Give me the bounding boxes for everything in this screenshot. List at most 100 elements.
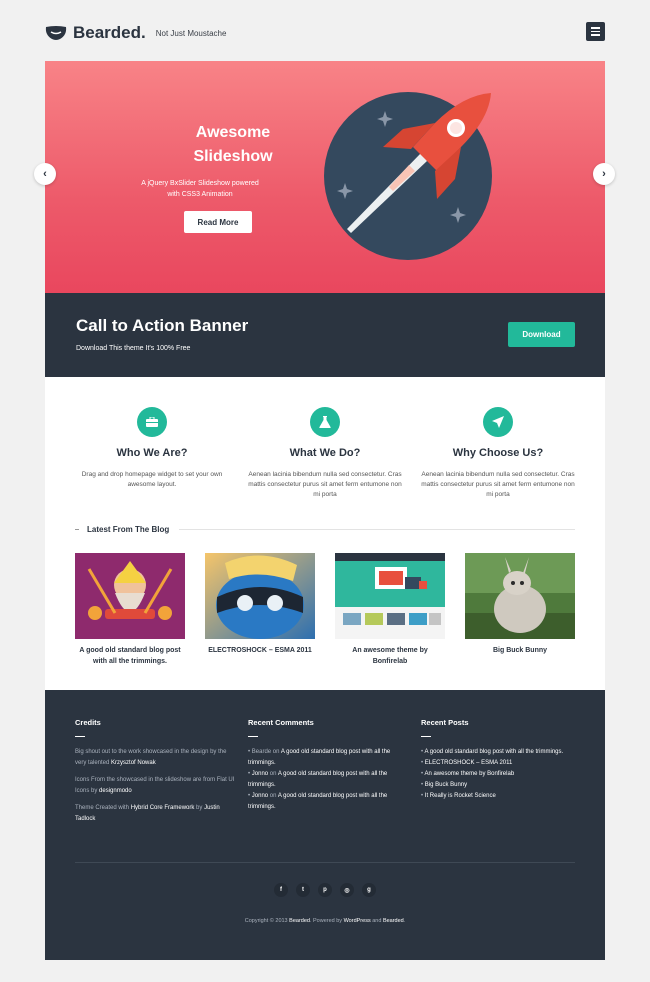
recent-posts-list: • A good old standard blog post with all… (421, 747, 581, 802)
hamburger-icon[interactable] (586, 22, 605, 41)
cta-subtitle: Download This theme It's 100% Free (76, 345, 191, 352)
site-title[interactable]: Bearded. (73, 23, 146, 43)
copyright-link[interactable]: Bearded (289, 918, 310, 924)
facebook-icon[interactable]: f (274, 883, 288, 897)
credits-link[interactable]: Krzysztof Nowak (111, 760, 156, 766)
slide-title-line2: Slideshow (193, 148, 273, 165)
comments-list: • Bearde on A good old standard blog pos… (248, 747, 408, 813)
heading-dash (75, 529, 79, 530)
copyright-text: Copyright © 2013 (244, 918, 290, 924)
site-header: Bearded. Not Just Moustache (45, 20, 605, 46)
feature-text: Aenean lacinia bibendum nulla sed consec… (421, 471, 575, 498)
briefcase-icon (137, 407, 167, 437)
slide-subtitle: A jQuery BxSlider Slideshow powered with… (115, 178, 285, 200)
beard-icon[interactable] (45, 25, 67, 41)
blog-post[interactable]: ELECTROSHOCK – ESMA 2011 (205, 553, 315, 656)
post-thumbnail[interactable] (465, 553, 575, 639)
comment-item: • Jonno on A good old standard blog post… (248, 793, 388, 810)
copyright-text: . Powered by (309, 918, 344, 924)
comment-item: • Bearde on A good old standard blog pos… (248, 749, 391, 766)
post-thumbnail[interactable] (75, 553, 185, 639)
twitter-icon[interactable]: t (296, 883, 310, 897)
wordpress-link[interactable]: WordPress (344, 918, 371, 924)
comment-on: on (271, 749, 281, 755)
hero-slider: Awesome Slideshow A jQuery BxSlider Slid… (45, 61, 605, 293)
slide-subtitle-line1: A jQuery BxSlider Slideshow powered (141, 180, 259, 187)
site-footer: Credits Big shout out to the work showca… (45, 690, 605, 960)
recent-post-item[interactable]: • ELECTROSHOCK – ESMA 2011 (421, 758, 581, 769)
comment-on: on (268, 793, 278, 799)
recent-post-item[interactable]: • An awesome theme by Bonfirelab (421, 769, 581, 780)
chevron-left-icon[interactable]: ‹ (34, 163, 56, 185)
post-title[interactable]: Big Buck Bunny (465, 645, 575, 656)
download-button[interactable]: Download (508, 322, 575, 347)
recent-post-link[interactable]: A good old standard blog post with all t… (424, 749, 563, 755)
github-icon[interactable]: g (362, 883, 376, 897)
footer-col-title: Recent Comments (248, 718, 314, 727)
feature-text: Drag and drop homepage widget to set you… (81, 471, 223, 488)
credits-link[interactable]: Hybrid Core Framework (131, 805, 195, 811)
credits-text-3: Theme Created with (75, 805, 131, 811)
comment-author[interactable]: Bearde (252, 749, 271, 755)
flask-icon (310, 407, 340, 437)
recent-post-link[interactable]: It Really is Rocket Science (425, 793, 496, 799)
cta-banner: Call to Action Banner Download This them… (45, 293, 605, 377)
credits-text: Big shout out to the work showcased in t… (75, 747, 235, 769)
slide-title-line1: Awesome (195, 124, 271, 141)
blog-post[interactable]: A good old standard blog post with all t… (75, 553, 185, 667)
footer-divider (75, 862, 575, 863)
dribbble-icon[interactable]: ◎ (340, 883, 354, 897)
feature-who: Who We Are? Drag and drop homepage widge… (72, 407, 232, 490)
comment-item: • Jonno on A good old standard blog post… (248, 771, 388, 788)
content-area: Who We Are? Drag and drop homepage widge… (45, 377, 605, 690)
social-links: f t p ◎ g (45, 883, 605, 897)
title-underline (75, 736, 85, 737)
credits-link[interactable]: designmodo (99, 788, 132, 794)
post-title[interactable]: An awesome theme by Bonfirelab (335, 645, 445, 667)
chevron-right-icon[interactable]: › (593, 163, 615, 185)
theme-link[interactable]: Bearded (383, 918, 404, 924)
comment-author[interactable]: Jonno (252, 771, 268, 777)
blog-heading-label: Latest From The Blog (87, 525, 170, 534)
site-tagline: Not Just Moustache (155, 28, 227, 38)
recent-post-item[interactable]: • Big Buck Bunny (421, 780, 581, 791)
feature-text: Aenean lacinia bibendum nulla sed consec… (248, 471, 402, 498)
blog-post[interactable]: An awesome theme by Bonfirelab (335, 553, 445, 667)
copyright-text: . (403, 918, 406, 924)
credits-text-4: by (194, 805, 205, 811)
footer-col-title: Recent Posts (421, 718, 469, 727)
recent-post-link[interactable]: ELECTROSHOCK – ESMA 2011 (425, 760, 513, 766)
recent-post-link[interactable]: Big Buck Bunny (425, 782, 467, 788)
blog-heading: Latest From The Blog (75, 525, 575, 534)
feature-what: What We Do? Aenean lacinia bibendum null… (245, 407, 405, 500)
post-title[interactable]: A good old standard blog post with all t… (75, 645, 185, 667)
pinterest-icon[interactable]: p (318, 883, 332, 897)
heading-rule (179, 529, 575, 530)
post-thumbnail[interactable] (335, 553, 445, 639)
slide-subtitle-line2: with CSS3 Animation (167, 191, 233, 198)
title-underline (248, 736, 258, 737)
credits-text: Theme Created with Hybrid Core Framework… (75, 803, 235, 825)
recent-post-link[interactable]: An awesome theme by Bonfirelab (424, 771, 514, 777)
footer-recent-posts: Recent Posts • A good old standard blog … (421, 718, 581, 802)
slide-title: Awesome Slideshow (158, 121, 308, 169)
blog-post[interactable]: Big Buck Bunny (465, 553, 575, 656)
copyright-text: and (370, 918, 383, 924)
comment-author[interactable]: Jonno (252, 793, 268, 799)
read-more-button[interactable]: Read More (184, 211, 252, 233)
post-title[interactable]: ELECTROSHOCK – ESMA 2011 (205, 645, 315, 656)
comment-on: on (268, 771, 278, 777)
feature-title: Who We Are? (116, 447, 188, 459)
feature-why: Why Choose Us? Aenean lacinia bibendum n… (418, 407, 578, 500)
footer-col-title: Credits (75, 718, 101, 727)
post-thumbnail[interactable] (205, 553, 315, 639)
cta-title: Call to Action Banner (76, 316, 249, 335)
recent-post-item[interactable]: • It Really is Rocket Science (421, 791, 581, 802)
rocket-icon (483, 407, 513, 437)
recent-post-item[interactable]: • A good old standard blog post with all… (421, 747, 581, 758)
title-underline (421, 736, 431, 737)
copyright: Copyright © 2013 Bearded. Powered by Wor… (45, 918, 605, 924)
feature-title: What We Do? (289, 447, 361, 459)
rocket-icon (324, 92, 492, 260)
footer-recent-comments: Recent Comments • Bearde on A good old s… (248, 718, 408, 813)
